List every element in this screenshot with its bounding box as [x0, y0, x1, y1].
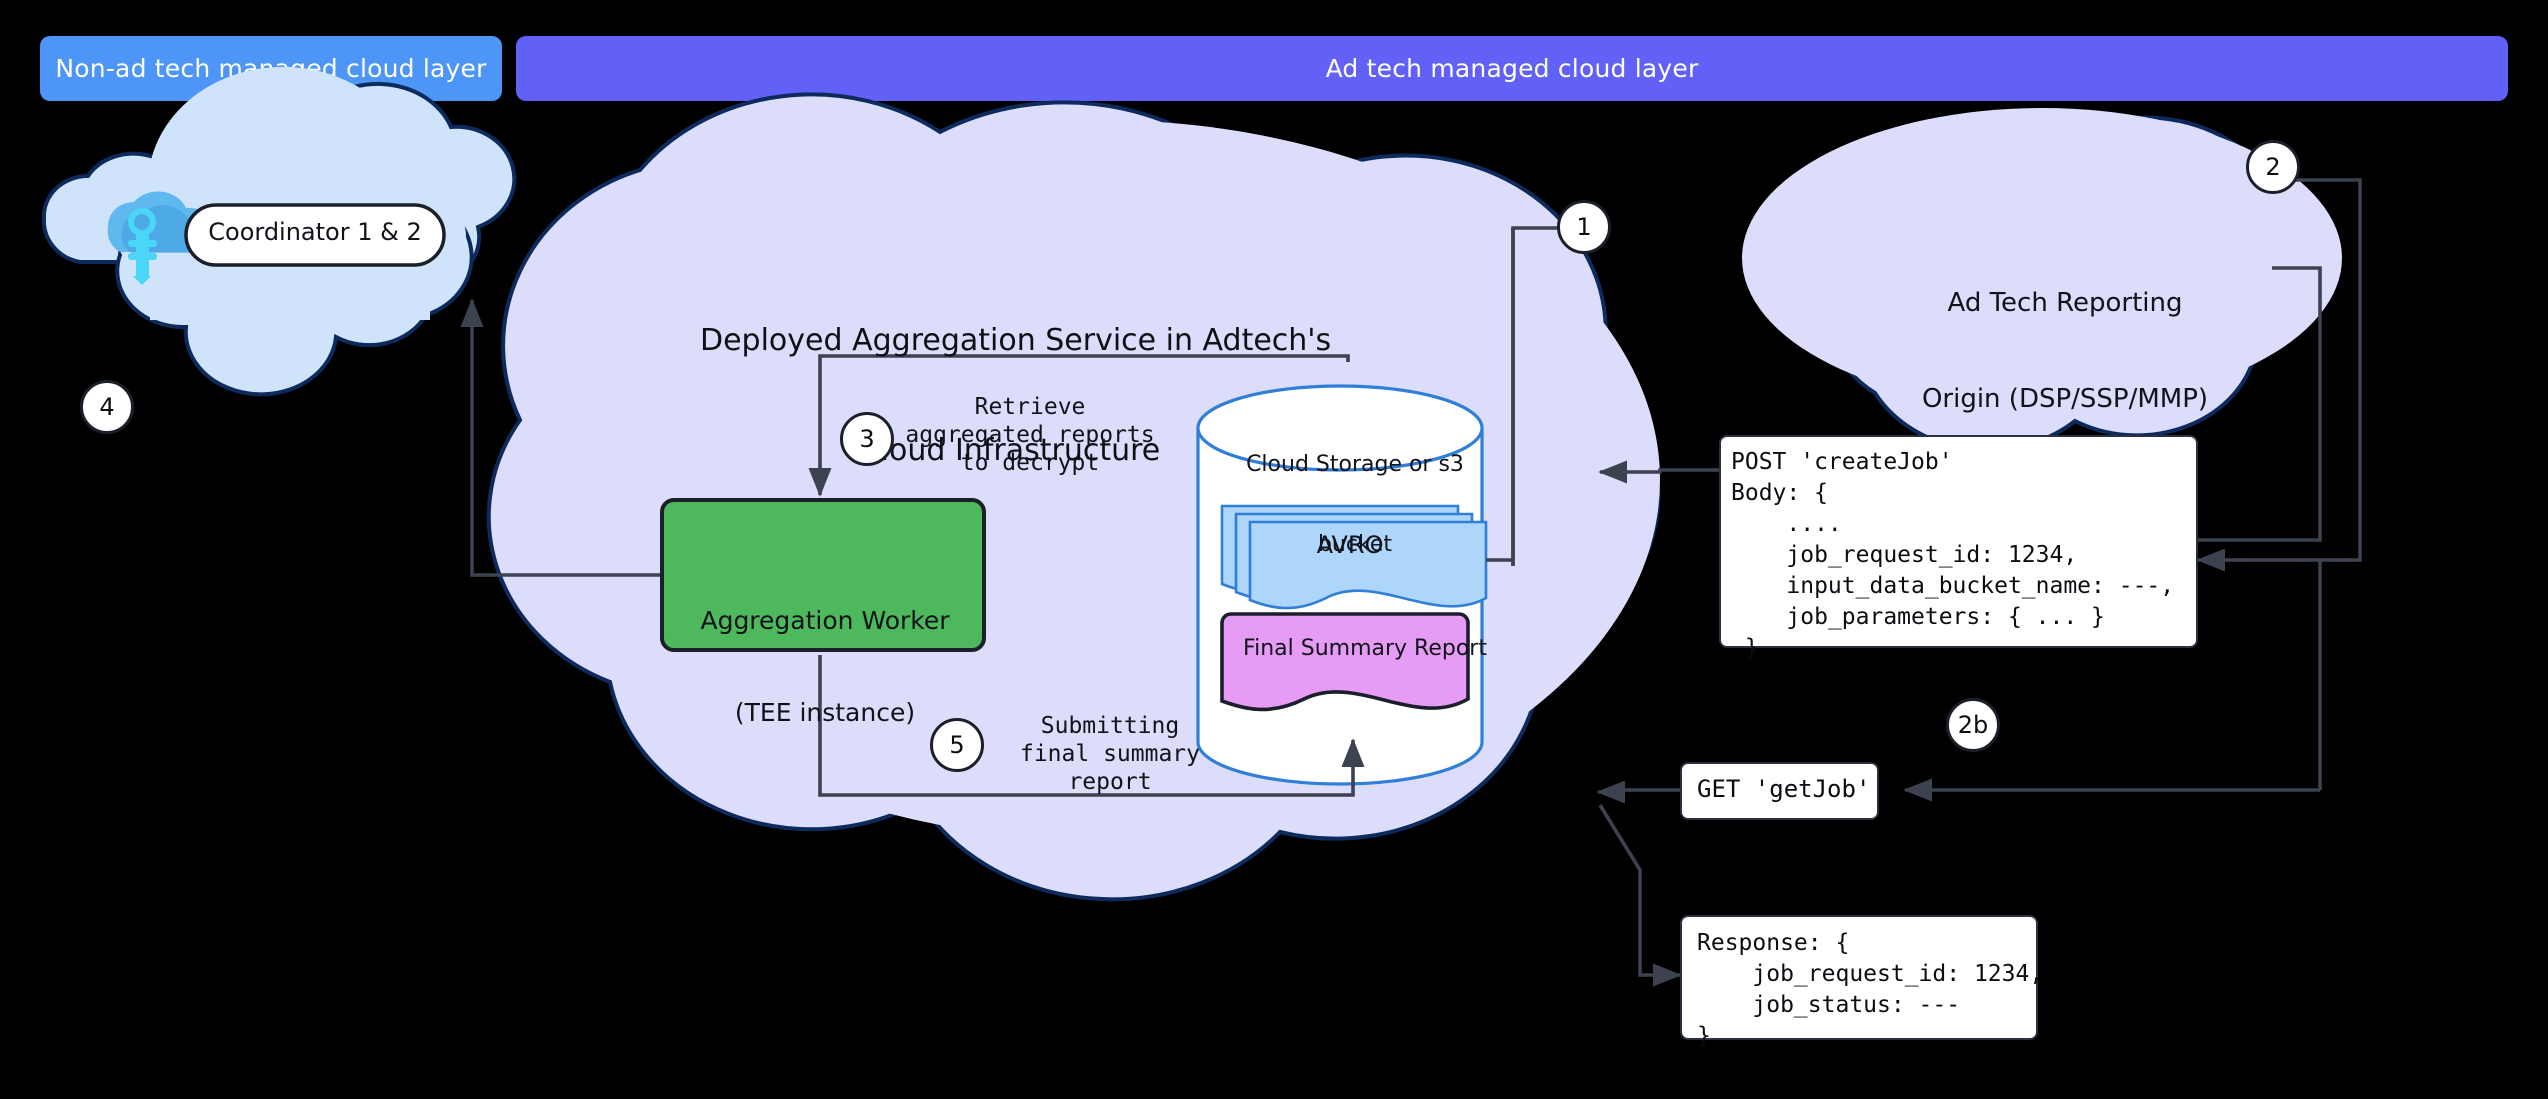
coordinator-node[interactable]: [184, 203, 446, 267]
arrow-getjob-to-cloud: [1596, 780, 1680, 804]
step-marker-2b[interactable]: 2b: [1946, 698, 2000, 752]
step-marker-2[interactable]: 2: [2246, 140, 2300, 194]
step-marker-3[interactable]: 3: [840, 412, 894, 466]
arrow-cloud-to-response: [1598, 804, 1682, 987]
step-marker-1[interactable]: 1: [1557, 200, 1611, 254]
step-marker-4[interactable]: 4: [80, 380, 134, 434]
aggregation-worker-node[interactable]: [660, 498, 986, 652]
diagram-canvas: Non-ad tech managed cloud layer Ad tech …: [0, 0, 2548, 1099]
step-marker-5[interactable]: 5: [930, 718, 984, 772]
arrow-createjob-to-cloud: [1598, 460, 1719, 484]
aggregation-cloud-shape: [486, 92, 1661, 902]
create-job-request-box[interactable]: [1719, 435, 2198, 648]
get-job-request-box[interactable]: [1680, 762, 1879, 820]
response-box[interactable]: [1680, 915, 2038, 1040]
